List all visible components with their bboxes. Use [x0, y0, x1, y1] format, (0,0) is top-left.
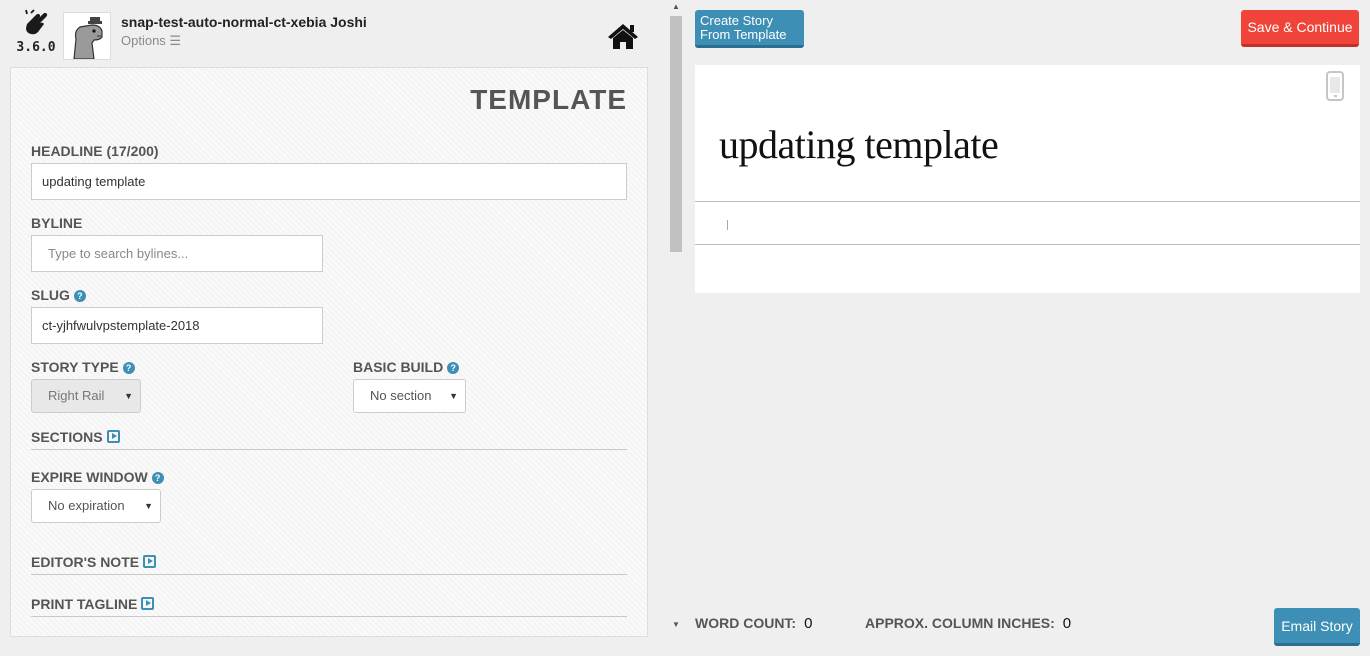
expire-window-select[interactable]: No expiration ▼	[31, 489, 161, 523]
username: snap-test-auto-normal-ct-xebia Joshi	[121, 14, 367, 30]
create-template-line1: Create Story	[700, 13, 773, 28]
divider	[695, 244, 1360, 245]
app-logo: 3.6.0	[16, 8, 56, 60]
avatar[interactable]	[63, 12, 111, 60]
email-story-button[interactable]: Email Story	[1274, 608, 1360, 646]
expand-play-icon[interactable]	[141, 597, 155, 610]
scroll-down-arrow-icon[interactable]: ▼	[670, 620, 682, 632]
print-tagline-label: PRINT TAGLINE	[31, 596, 138, 612]
scroll-up-arrow-icon[interactable]: ▲	[670, 2, 682, 14]
editors-note-label: EDITOR'S NOTE	[31, 554, 140, 570]
home-button[interactable]	[607, 22, 639, 50]
caret-down-icon: ▼	[124, 391, 133, 401]
story-type-select[interactable]: Right Rail ▼	[31, 379, 141, 413]
word-count-value: 0	[804, 615, 813, 632]
preview-body[interactable]	[727, 220, 728, 230]
column-inches-label: APPROX. COLUMN INCHES:	[865, 615, 1055, 631]
story-type-value: Right Rail	[48, 388, 105, 403]
story-type-label-text: STORY TYPE	[31, 359, 119, 375]
question-icon[interactable]: ?	[447, 362, 460, 374]
create-story-from-template-button[interactable]: Create Story From Template	[695, 10, 804, 48]
home-icon	[608, 24, 638, 49]
app-version: 3.6.0	[16, 40, 56, 55]
word-count-label: WORD COUNT:	[695, 615, 797, 631]
divider	[31, 574, 627, 575]
print-tagline-toggle[interactable]: PRINT TAGLINE	[31, 596, 155, 612]
divider	[31, 616, 627, 617]
slug-label: SLUG?	[31, 287, 86, 303]
template-form-panel: TEMPLATE HEADLINE (17/200) BYLINE SLUG? …	[10, 67, 648, 637]
word-count: WORD COUNT: 0	[695, 615, 812, 632]
question-icon[interactable]: ?	[73, 290, 86, 302]
create-template-line2: From Template	[700, 27, 787, 42]
expire-window-label: EXPIRE WINDOW?	[31, 469, 164, 485]
expand-play-icon[interactable]	[143, 555, 157, 568]
preview-headline: updating template	[719, 122, 999, 167]
basic-build-select[interactable]: No section ▼	[353, 379, 466, 413]
column-inches-value: 0	[1062, 615, 1072, 632]
sections-label: SECTIONS	[31, 429, 103, 445]
byline-label: BYLINE	[31, 215, 83, 231]
expand-play-icon[interactable]	[106, 430, 120, 443]
byline-input[interactable]	[31, 235, 323, 272]
mobile-phone-icon[interactable]	[1326, 71, 1344, 101]
save-continue-button[interactable]: Save & Continue	[1241, 10, 1359, 47]
headline-label: HEADLINE (17/200)	[31, 143, 159, 159]
sections-toggle[interactable]: SECTIONS	[31, 429, 120, 445]
panel-title: TEMPLATE	[470, 84, 627, 115]
headline-input[interactable]	[31, 163, 627, 200]
question-icon[interactable]: ?	[122, 362, 135, 374]
divider	[695, 201, 1360, 202]
divider	[31, 449, 627, 450]
basic-build-label: BASIC BUILD?	[353, 359, 460, 375]
options-menu[interactable]: Options ☰	[121, 33, 181, 49]
caret-down-icon: ▼	[144, 501, 153, 511]
snapping-hand-icon	[25, 9, 48, 35]
expire-window-value: No expiration	[48, 498, 125, 513]
scrollbar-thumb[interactable]	[670, 16, 682, 252]
expire-window-label-text: EXPIRE WINDOW	[31, 469, 148, 485]
basic-build-label-text: BASIC BUILD	[353, 359, 444, 375]
dinosaur-avatar-icon	[64, 13, 110, 59]
slug-input[interactable]	[31, 307, 323, 344]
editors-note-toggle[interactable]: EDITOR'S NOTE	[31, 554, 157, 570]
column-inches: APPROX. COLUMN INCHES: 0	[865, 615, 1071, 632]
question-icon[interactable]: ?	[151, 472, 164, 484]
basic-build-value: No section	[370, 388, 432, 403]
story-preview: updating template	[695, 65, 1360, 293]
slug-label-text: SLUG	[31, 287, 70, 303]
app-header: 3.6.0 snap-test-auto-normal-ct-xebia Jos…	[0, 0, 668, 66]
caret-down-icon: ▼	[449, 391, 458, 401]
story-type-label: STORY TYPE?	[31, 359, 135, 375]
